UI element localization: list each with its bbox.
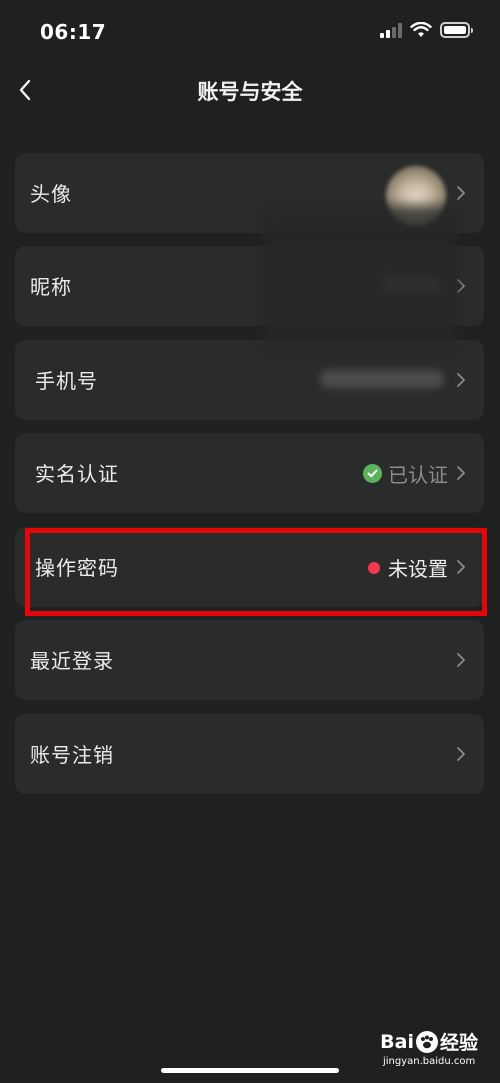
account-security-screen: 06:17 账号与安全 头像 昵称 手机号 实名认证 已认证 操作密码 未设置 … [0, 0, 500, 1083]
password-status: 未设置 [368, 553, 448, 582]
home-indicator[interactable] [161, 1068, 339, 1073]
row-label: 昵称 [30, 275, 72, 299]
row-label: 最近登录 [30, 649, 114, 673]
chevron-right-icon [457, 466, 465, 480]
paw-icon [415, 1030, 438, 1053]
nav-bar: 账号与安全 [0, 60, 500, 120]
battery-icon [440, 22, 473, 38]
status-bar: 06:17 [0, 0, 500, 60]
red-dot-icon [368, 561, 380, 574]
wifi-icon [410, 22, 432, 37]
row-label: 头像 [30, 182, 72, 206]
row-label: 操作密码 [35, 556, 119, 580]
row-label: 实名认证 [35, 462, 119, 486]
chevron-right-icon [457, 560, 465, 574]
real-name-verification-row[interactable]: 实名认证 已认证 [15, 433, 484, 513]
watermark-logo: Bai 经验 [380, 1028, 478, 1055]
obscured-region [262, 205, 458, 353]
verification-status: 已认证 [363, 459, 448, 488]
blurred-phone [320, 370, 444, 388]
status-icons [380, 22, 473, 38]
recent-login-row[interactable]: 最近登录 [15, 620, 484, 700]
operation-password-row[interactable]: 操作密码 未设置 [15, 527, 484, 607]
password-status-text: 未设置 [388, 557, 448, 581]
verification-status-text: 已认证 [388, 463, 448, 487]
row-label: 手机号 [35, 369, 98, 393]
status-time: 06:17 [40, 20, 107, 44]
watermark-logo-suffix: 经验 [439, 1032, 478, 1054]
cellular-signal-icon [380, 22, 402, 38]
row-label: 账号注销 [30, 743, 114, 767]
watermark-logo-text: Bai [380, 1030, 414, 1053]
watermark-url: jingyan.baidu.com [382, 1056, 476, 1067]
chevron-right-icon [457, 373, 465, 387]
chevron-right-icon [457, 747, 465, 761]
account-deletion-row[interactable]: 账号注销 [15, 714, 484, 794]
chevron-right-icon [457, 186, 465, 200]
baidu-jingyan-watermark: Bai 经验 jingyan.baidu.com [380, 1028, 478, 1067]
check-circle-icon [363, 464, 382, 483]
page-title: 账号与安全 [197, 80, 303, 104]
chevron-right-icon [457, 653, 465, 667]
